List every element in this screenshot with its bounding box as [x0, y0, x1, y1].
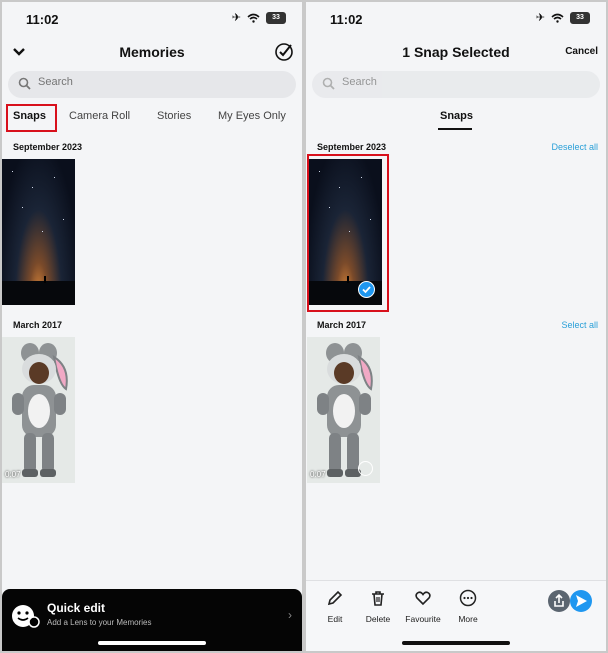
wifi-icon: [247, 13, 260, 23]
quick-edit-subtitle: Add a Lens to your Memories: [47, 618, 152, 627]
home-indicator: [98, 641, 206, 645]
search-icon: [18, 77, 31, 90]
tab-stories[interactable]: Stories: [157, 110, 191, 122]
action-toolbar: Edit Delete Favourite More: [306, 580, 606, 651]
cancel-button[interactable]: Cancel: [565, 46, 598, 57]
snap-thumbnail-night-sky[interactable]: [2, 159, 75, 305]
tab-bar: Snaps: [306, 106, 606, 132]
deselect-all-link[interactable]: Deselect all: [551, 142, 598, 152]
video-duration: 0:07: [5, 470, 21, 479]
snaps-tab-highlight: [6, 104, 57, 132]
export-button[interactable]: [548, 590, 570, 612]
heart-icon: [415, 591, 431, 606]
status-icons: ✈ 33: [536, 11, 590, 24]
chevron-right-icon: ›: [288, 608, 292, 622]
section-label: March 2017: [317, 320, 367, 330]
edit-label: Edit: [327, 614, 343, 624]
lens-smiley-icon: [12, 605, 40, 628]
selected-snap-highlight: [307, 154, 389, 312]
bunny-costume-image: [12, 343, 68, 477]
search-icon: [322, 77, 335, 90]
edit-button[interactable]: Edit: [311, 589, 359, 624]
search-input[interactable]: [340, 75, 564, 89]
airplane-icon: ✈: [535, 12, 545, 24]
select-all-link[interactable]: Select all: [561, 320, 598, 330]
selection-screen: 11:02 ✈ 33 1 Snap Selected Cancel Snaps …: [306, 2, 606, 651]
search-input[interactable]: [36, 75, 260, 89]
video-thumbnail-bunny[interactable]: 0:07: [2, 337, 75, 483]
status-icons: ✈ 33: [232, 11, 286, 24]
tab-camera-roll[interactable]: Camera Roll: [69, 110, 130, 122]
more-icon: [459, 589, 477, 607]
favourite-button[interactable]: Favourite: [399, 589, 447, 624]
tab-snaps[interactable]: Snaps: [440, 110, 473, 122]
pencil-icon: [327, 590, 343, 606]
unselected-circle-icon[interactable]: [358, 461, 373, 476]
header: Memories: [2, 42, 302, 66]
memories-screen: 11:02 ✈ 33 Memories Snaps Camera Roll St…: [2, 2, 302, 651]
trash-icon: [372, 591, 384, 606]
status-time: 11:02: [330, 12, 363, 27]
more-label: More: [458, 614, 478, 624]
video-duration: 0:07: [310, 470, 326, 479]
page-title: Memories: [119, 44, 185, 60]
delete-label: Delete: [365, 614, 391, 624]
select-check-icon[interactable]: [274, 42, 294, 67]
export-icon: [554, 593, 564, 607]
video-thumbnail-bunny[interactable]: 0:07: [307, 337, 380, 483]
page-title: 1 Snap Selected: [402, 44, 510, 60]
status-bar: 11:02 ✈ 33: [2, 2, 302, 38]
battery-icon: 33: [266, 11, 286, 24]
section-label: September 2023: [13, 142, 83, 152]
send-arrow-icon: [576, 595, 587, 607]
airplane-icon: ✈: [231, 12, 241, 24]
search-bar[interactable]: [8, 71, 296, 98]
favourite-label: Favourite: [405, 614, 441, 624]
more-button[interactable]: More: [444, 589, 492, 624]
home-indicator: [402, 641, 510, 645]
header: 1 Snap Selected Cancel: [306, 42, 606, 66]
tab-underline: [438, 128, 472, 130]
status-time: 11:02: [26, 12, 59, 27]
section-label: September 2023: [317, 142, 387, 152]
delete-button[interactable]: Delete: [354, 589, 402, 624]
tab-my-eyes-only[interactable]: My Eyes Only: [218, 110, 286, 122]
wifi-icon: [551, 13, 564, 23]
send-button[interactable]: [570, 590, 592, 612]
status-bar: 11:02 ✈ 33: [306, 2, 606, 38]
quick-edit-banner[interactable]: Quick edit Add a Lens to your Memories ›: [2, 589, 302, 651]
battery-icon: 33: [570, 11, 590, 24]
section-label: March 2017: [13, 320, 63, 330]
search-bar[interactable]: [312, 71, 600, 98]
quick-edit-title: Quick edit: [47, 601, 106, 615]
